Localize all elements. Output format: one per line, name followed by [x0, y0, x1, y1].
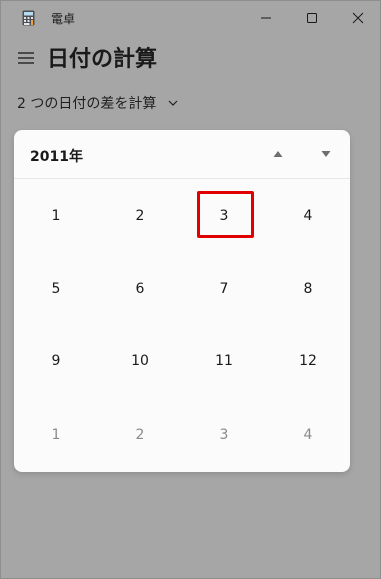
calculation-mode-label: 2 つの日付の差を計算 [17, 96, 157, 112]
month-cell[interactable]: 2 [98, 179, 182, 253]
month-cell[interactable]: 11 [182, 325, 266, 397]
previous-year-button[interactable] [266, 142, 290, 166]
month-cell[interactable]: 6 [98, 253, 182, 325]
month-cell[interactable]: 7 [182, 253, 266, 325]
month-cell[interactable]: 1 [14, 397, 98, 472]
triangle-down-icon [321, 151, 331, 157]
triangle-up-icon [273, 151, 283, 157]
calculator-icon [22, 10, 35, 26]
month-cell[interactable]: 3 [182, 397, 266, 472]
month-cell[interactable]: 4 [266, 179, 350, 253]
month-cell[interactable]: 2 [98, 397, 182, 472]
minimize-button[interactable] [243, 1, 289, 35]
year-header-button[interactable]: 2011年 [30, 146, 83, 166]
month-grid: 1 2 3 4 5 6 7 8 9 10 11 12 1 2 3 4 [14, 179, 350, 472]
month-cell[interactable]: 10 [98, 325, 182, 397]
month-cell[interactable]: 5 [14, 253, 98, 325]
month-cell[interactable]: 12 [266, 325, 350, 397]
maximize-icon [307, 13, 317, 23]
month-cell[interactable]: 8 [266, 253, 350, 325]
next-year-button[interactable] [314, 142, 338, 166]
month-cell[interactable]: 1 [14, 179, 98, 253]
window-title: 電卓 [51, 12, 76, 26]
month-cell[interactable]: 9 [14, 325, 98, 397]
chevron-down-icon [168, 100, 178, 106]
month-picker-popup: 2011年 1 2 3 4 5 6 7 8 9 10 11 12 1 2 3 4 [14, 130, 350, 472]
minimize-icon [261, 17, 271, 19]
month-picker-header: 2011年 [14, 130, 350, 179]
hamburger-menu-icon[interactable] [15, 47, 37, 69]
page-title: 日付の計算 [47, 47, 158, 72]
month-cell-current[interactable]: 3 [182, 179, 266, 253]
maximize-button[interactable] [289, 1, 335, 35]
close-icon [352, 12, 364, 24]
calculation-mode-dropdown[interactable]: 2 つの日付の差を計算 [17, 92, 178, 114]
close-button[interactable] [335, 1, 380, 35]
calculator-window: 電卓 日付の計算 2 つの日付の差を計算 2011年 1 2 3 4 5 6 7… [0, 0, 381, 579]
title-bar[interactable]: 電卓 [1, 1, 380, 35]
month-cell[interactable]: 4 [266, 397, 350, 472]
